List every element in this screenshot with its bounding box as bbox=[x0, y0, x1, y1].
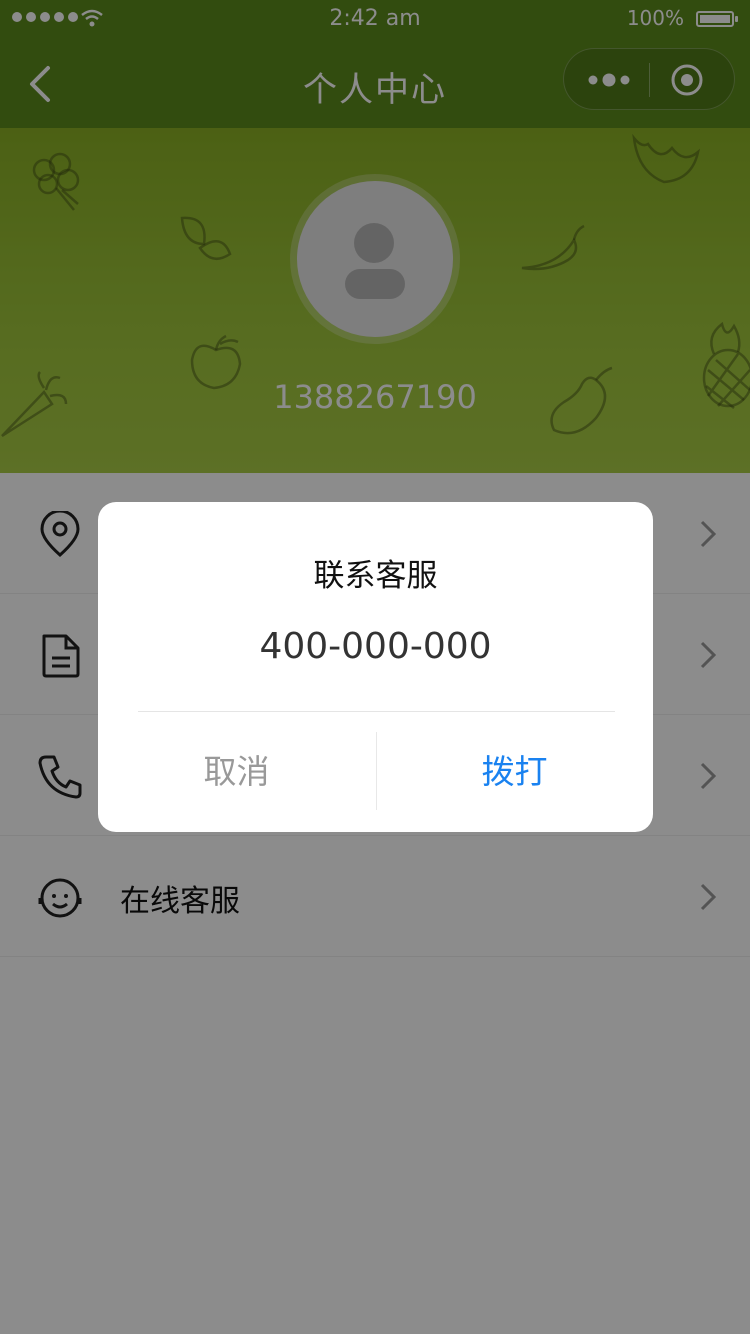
contact-service-dialog: 联系客服 400-000-000 取消 拨打 bbox=[98, 502, 653, 832]
dialog-phone-number: 400-000-000 bbox=[259, 626, 492, 667]
dialog-title: 联系客服 bbox=[313, 558, 438, 594]
cancel-button[interactable]: 取消 bbox=[98, 712, 375, 832]
call-button[interactable]: 拨打 bbox=[376, 712, 653, 832]
